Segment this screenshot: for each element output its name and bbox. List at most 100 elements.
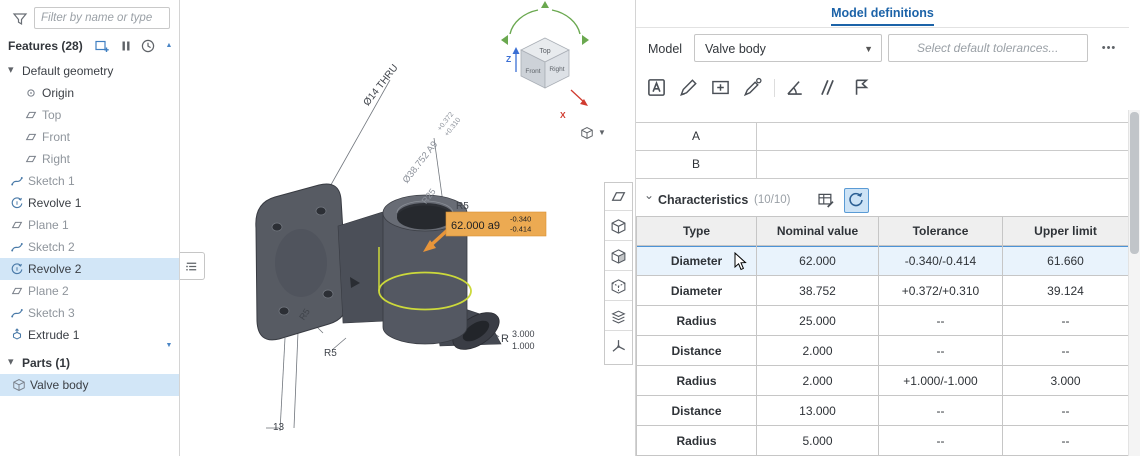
svg-text:R: R xyxy=(501,333,509,345)
default-tolerances-input[interactable] xyxy=(888,34,1088,62)
insert-feature-icon[interactable] xyxy=(94,38,110,54)
tree-item-label: Revolve 1 xyxy=(28,196,81,210)
pen-spark-icon xyxy=(742,77,763,98)
datum-row[interactable]: B xyxy=(636,151,1129,179)
x-axis-label: X xyxy=(560,110,566,120)
table-row[interactable]: Distance 2.000 -- -- xyxy=(636,336,1129,366)
tree-item-revolve-2[interactable]: Revolve 2 xyxy=(0,258,179,280)
chevron-down-icon: ▼ xyxy=(864,44,873,54)
layers-tool-button[interactable] xyxy=(605,303,632,331)
tree-item-sketch-1[interactable]: Sketch 1 xyxy=(0,170,179,192)
scrollbar-thumb[interactable] xyxy=(1130,112,1139,254)
tree-item-origin[interactable]: Origin xyxy=(0,82,179,104)
sketch-icon xyxy=(10,174,24,188)
tree-item-label: Default geometry xyxy=(22,64,113,78)
feature-tree-panel: Features (28) ▲ ▾ Default geometry Origi… xyxy=(0,0,180,456)
cell-upper-limit: 3.000 xyxy=(1003,366,1129,396)
solid-view-tool-button[interactable] xyxy=(605,213,632,241)
tree-item-label: Top xyxy=(42,108,61,122)
smart-annotation-button[interactable] xyxy=(740,75,766,101)
history-clock-icon[interactable] xyxy=(140,38,156,54)
tree-item-sketch-2[interactable]: Sketch 2 xyxy=(0,236,179,258)
view-cube-top-label: Top xyxy=(539,48,550,55)
cell-upper-limit: 61.660 xyxy=(1003,246,1129,276)
more-options-button[interactable]: ••• xyxy=(1096,36,1122,60)
3d-viewport[interactable]: Ø14 THRU Ø38.752 A9 +0.372 +0.310 R25 R5… xyxy=(180,0,635,456)
tree-item-plane-1[interactable]: Plane 1 xyxy=(0,214,179,236)
datum-button[interactable] xyxy=(848,75,874,101)
dim-dia38[interactable]: Ø38.752 A9 +0.372 +0.310 xyxy=(398,111,462,187)
cell-type: Distance xyxy=(636,336,757,366)
table-row[interactable]: Radius 2.000 +1.000/-1.000 3.000 xyxy=(636,366,1129,396)
view-cube-front-label: Front xyxy=(525,68,540,75)
suspend-pause-icon[interactable] xyxy=(118,38,134,54)
tree-item-sketch-3[interactable]: Sketch 3 xyxy=(0,302,179,324)
section-view-tool-button[interactable] xyxy=(605,243,632,271)
collapse-panel-button[interactable] xyxy=(180,252,205,280)
view-orientation-menu[interactable]: ▼ xyxy=(578,124,612,143)
characteristics-table: Type Nominal value Tolerance Upper limit… xyxy=(636,216,1129,456)
datum-plane-tool-button[interactable] xyxy=(605,183,632,211)
dim-13[interactable]: 13 xyxy=(273,422,285,433)
vertical-scrollbar[interactable] xyxy=(1128,110,1140,456)
tree-item-right-plane[interactable]: Right xyxy=(0,148,179,170)
filter-input[interactable] xyxy=(34,7,170,29)
datum-plane-icon xyxy=(610,188,627,205)
view-cube[interactable]: Top Front Right Z X xyxy=(501,1,589,120)
label-annotation-button[interactable] xyxy=(644,75,670,101)
auto-update-button[interactable] xyxy=(844,188,869,213)
part-item-label: Valve body xyxy=(30,378,88,392)
tree-item-extrude-1[interactable]: Extrude 1 xyxy=(0,324,179,346)
cell-type: Diameter xyxy=(636,276,757,306)
model-dropdown[interactable]: Valve body ▼ xyxy=(694,34,882,62)
cell-tolerance: -- xyxy=(879,426,1003,456)
frame-annotation-button[interactable] xyxy=(708,75,734,101)
axes-tool-button[interactable] xyxy=(605,333,632,361)
dim-r-fillet[interactable]: R 3.000 1.000 xyxy=(501,329,535,351)
tree-group-default-geometry[interactable]: ▾ Default geometry xyxy=(0,60,179,82)
table-row[interactable]: Distance 13.000 -- -- xyxy=(636,396,1129,426)
extrude-icon xyxy=(10,328,24,342)
angle-measure-button[interactable] xyxy=(782,75,808,101)
svg-text:62.000 a9: 62.000 a9 xyxy=(451,220,500,232)
tree-item-label: Plane 1 xyxy=(28,218,69,232)
tree-item-label: Plane 2 xyxy=(28,284,69,298)
tree-scroll-down[interactable]: ▼ xyxy=(163,341,175,351)
table-row[interactable]: Diameter 62.000 -0.340/-0.414 61.660 xyxy=(636,246,1129,276)
tree-scroll-up[interactable]: ▲ xyxy=(163,41,175,51)
plane-icon xyxy=(24,130,38,144)
edit-tolerances-button[interactable] xyxy=(814,188,839,213)
parallelism-button[interactable] xyxy=(814,75,840,101)
tree-item-revolve-1[interactable]: Revolve 1 xyxy=(0,192,179,214)
leader-annotation-button[interactable] xyxy=(676,75,702,101)
cell-upper-limit: 39.124 xyxy=(1003,276,1129,306)
table-row[interactable]: Diameter 38.752 +0.372/+0.310 39.124 xyxy=(636,276,1129,306)
dim-r5-bottom[interactable]: R5 xyxy=(324,348,337,359)
chevron-down-icon[interactable]: ⌄ xyxy=(644,188,654,202)
cell-nominal: 2.000 xyxy=(757,336,879,366)
dim-r5-top[interactable]: R5 xyxy=(456,201,469,212)
column-header: Upper limit xyxy=(1003,217,1129,246)
table-row[interactable]: Radius 25.000 -- -- xyxy=(636,306,1129,336)
caret-down-icon[interactable]: ▾ xyxy=(8,63,14,76)
tree-item-front-plane[interactable]: Front xyxy=(0,126,179,148)
parallel-lines-icon xyxy=(816,77,837,98)
dim-dia14-thru[interactable]: Ø14 THRU xyxy=(362,63,401,109)
boxed-a-icon xyxy=(646,77,667,98)
table-row[interactable]: Radius 5.000 -- -- xyxy=(636,426,1129,456)
model-dropdown-value: Valve body xyxy=(705,42,766,56)
tree-item-valve-body-part[interactable]: Valve body xyxy=(0,374,179,396)
datum-row[interactable]: A xyxy=(636,123,1129,151)
filter-icon xyxy=(12,11,28,27)
app-root: Features (28) ▲ ▾ Default geometry Origi… xyxy=(0,0,1140,456)
tree-item-plane-2[interactable]: Plane 2 xyxy=(0,280,179,302)
hidden-edges-tool-button[interactable] xyxy=(605,273,632,301)
tree-group-parts[interactable]: ▾ Parts (1) xyxy=(0,352,179,374)
viewport-canvas[interactable]: Ø14 THRU Ø38.752 A9 +0.372 +0.310 R25 R5… xyxy=(180,0,635,456)
tree-item-top-plane[interactable]: Top xyxy=(0,104,179,126)
cell-type: Distance xyxy=(636,396,757,426)
plane-icon xyxy=(10,218,24,232)
characteristics-label: Characteristics xyxy=(658,193,748,207)
datum-cell: B xyxy=(636,151,757,178)
caret-down-icon[interactable]: ▾ xyxy=(8,355,14,368)
